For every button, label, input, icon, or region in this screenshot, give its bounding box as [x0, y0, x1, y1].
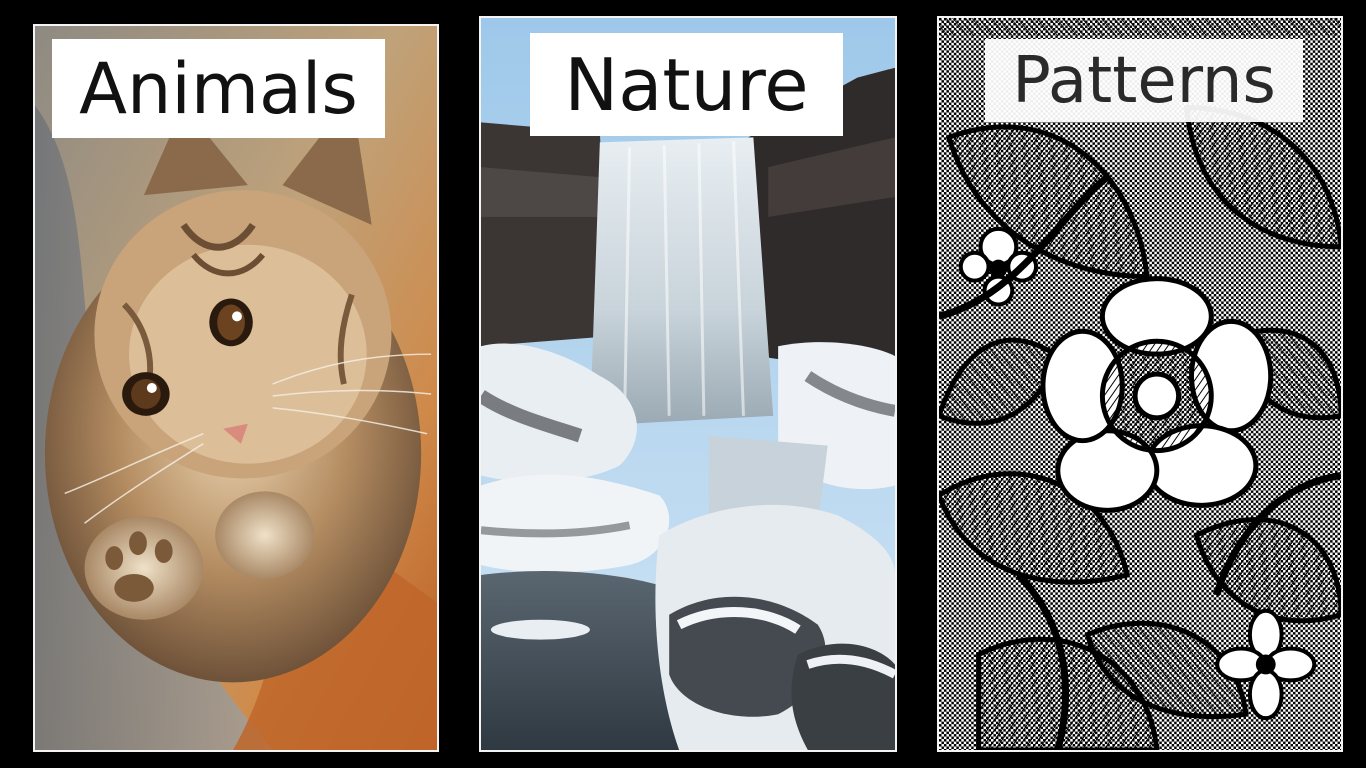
floral-pattern-image	[939, 18, 1341, 750]
category-label-patterns: Patterns	[1012, 43, 1276, 118]
category-card-nature[interactable]: Nature	[479, 16, 897, 752]
category-label-animals: Animals	[79, 47, 358, 130]
category-card-patterns[interactable]: Patterns	[937, 16, 1343, 752]
category-label-nature: Nature	[564, 42, 809, 127]
category-label-box: Patterns	[985, 39, 1303, 122]
category-label-box: Animals	[52, 39, 385, 138]
category-card-animals[interactable]: Animals	[33, 24, 439, 752]
category-label-box: Nature	[530, 33, 843, 136]
category-picker-screen: Animals Nature Patterns	[0, 0, 1366, 768]
